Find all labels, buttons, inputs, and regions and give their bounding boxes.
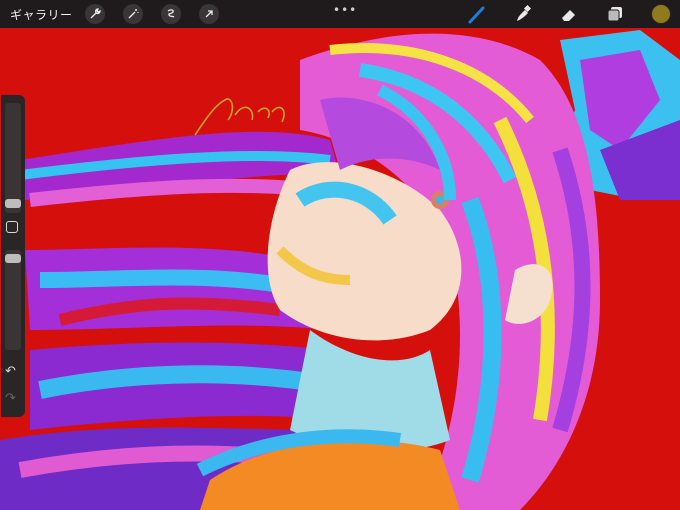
left-sidebar: ↶ ↷ [1, 95, 25, 417]
selection-icon[interactable] [160, 4, 181, 24]
current-color-swatch [651, 4, 671, 24]
top-toolbar: ギャラリー ••• [0, 0, 680, 28]
brush-size-handle[interactable] [5, 199, 21, 208]
brush-size-slider[interactable] [5, 103, 21, 213]
modify-button[interactable] [6, 221, 18, 233]
layers-icon[interactable] [604, 3, 626, 25]
color-picker[interactable] [650, 3, 672, 25]
drawing-canvas[interactable] [0, 0, 680, 510]
magic-wand-icon[interactable] [122, 4, 143, 24]
redo-icon[interactable]: ↷ [5, 391, 16, 406]
brush-icon[interactable] [466, 3, 488, 25]
right-toolbar [442, 3, 672, 25]
opacity-slider[interactable] [5, 250, 21, 350]
transform-arrow-icon[interactable] [198, 4, 219, 24]
smudge-icon[interactable] [512, 3, 534, 25]
eraser-icon[interactable] [558, 3, 580, 25]
more-options-icon[interactable]: ••• [333, 3, 357, 17]
gallery-button[interactable]: ギャラリー [10, 6, 73, 23]
wrench-icon[interactable] [84, 4, 105, 24]
undo-icon[interactable]: ↶ [5, 364, 16, 379]
opacity-handle[interactable] [5, 254, 21, 263]
